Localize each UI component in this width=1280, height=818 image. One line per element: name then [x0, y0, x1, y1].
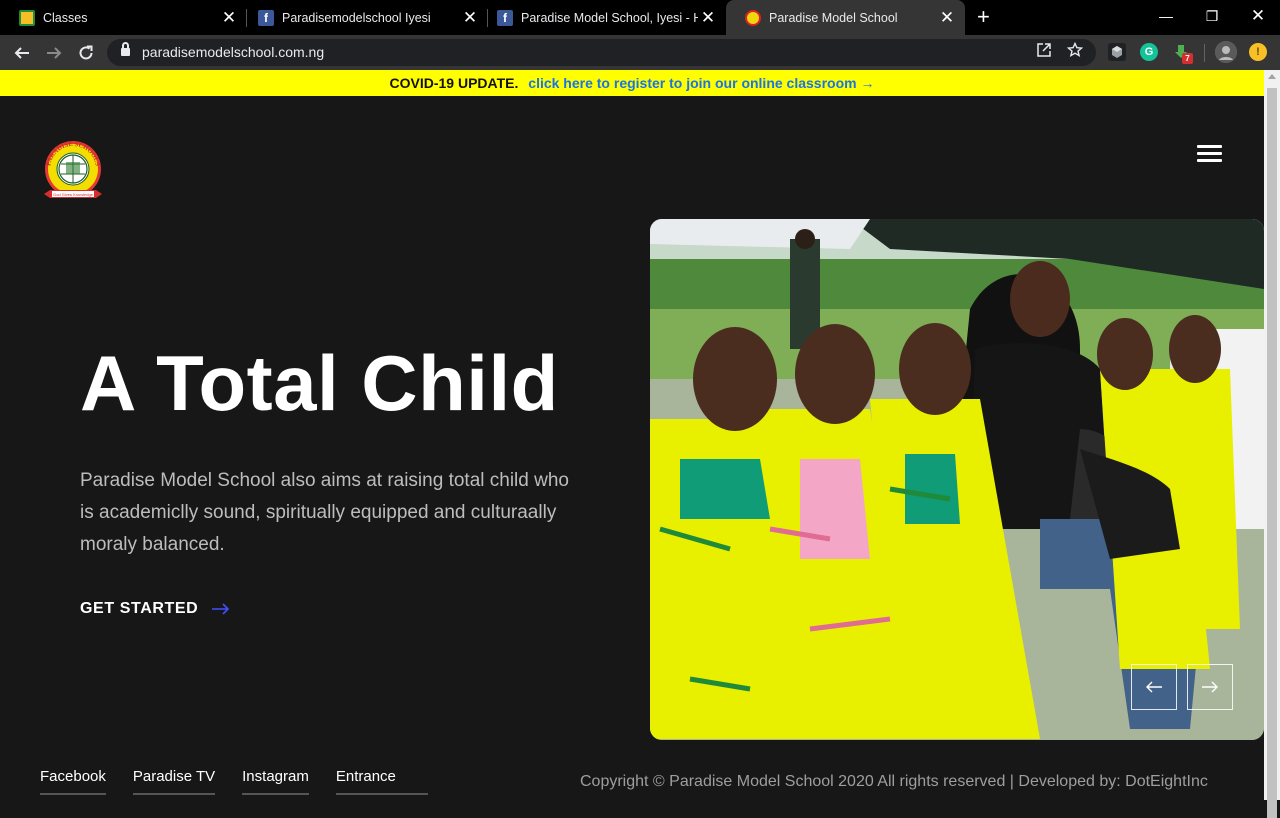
- browser-tab-strip: Classes ✕ f Paradisemodelschool Iyesi ✕ …: [0, 0, 1280, 35]
- school-crest-icon: God Gives Knowledge PARADISE SCHOOLS: [44, 141, 102, 198]
- footer-social-links: Facebook Paradise TV Instagram Entrance: [40, 768, 428, 795]
- paradise-tv-link[interactable]: Paradise TV: [132, 768, 216, 795]
- tab-paradise-model-school-iyesi[interactable]: f Paradise Model School, Iyesi - Ho ✕: [478, 0, 726, 35]
- copyright-label: Copyright © Paradise Model School 2020 A…: [580, 773, 1121, 790]
- cube-extension-icon[interactable]: [1108, 43, 1126, 61]
- students-photo: [650, 219, 1264, 740]
- google-classroom-icon: [19, 9, 35, 26]
- close-icon[interactable]: ✕: [698, 8, 718, 28]
- facebook-icon: f: [497, 9, 513, 26]
- arrow-right-icon: [212, 603, 230, 615]
- tab-title: Paradise Model School: [769, 10, 898, 25]
- covid-update-label: COVID-19 UPDATE.: [389, 75, 519, 91]
- address-bar[interactable]: paradisemodelschool.com.ng: [107, 39, 1096, 66]
- entrance-link[interactable]: Entrance: [335, 768, 396, 795]
- profile-avatar[interactable]: [1215, 41, 1237, 63]
- menu-button[interactable]: [1197, 145, 1222, 163]
- reload-button[interactable]: [74, 41, 98, 65]
- forward-button[interactable]: [42, 41, 66, 65]
- footer-divider: [395, 768, 428, 795]
- star-icon[interactable]: [1066, 41, 1084, 62]
- arrow-left-icon: [14, 47, 29, 59]
- school-logo-icon: [745, 9, 761, 26]
- update-icon[interactable]: !: [1249, 43, 1267, 61]
- webpage: COVID-19 UPDATE. click here to register …: [0, 70, 1264, 800]
- lock-icon: [121, 42, 130, 57]
- tab-title: Classes: [43, 10, 88, 25]
- close-icon[interactable]: ✕: [460, 8, 480, 28]
- facebook-icon: f: [258, 9, 274, 26]
- scroll-up-icon[interactable]: [1268, 74, 1276, 79]
- minimize-button[interactable]: —: [1143, 0, 1189, 32]
- get-started-button[interactable]: GET STARTED: [80, 600, 230, 618]
- developer-link[interactable]: DotEightInc: [1125, 773, 1208, 790]
- new-tab-button[interactable]: +: [977, 6, 990, 28]
- close-window-button[interactable]: ✕: [1235, 0, 1280, 32]
- hero-headline: A Total Child: [80, 339, 559, 427]
- school-logo[interactable]: God Gives Knowledge PARADISE SCHOOLS: [40, 140, 106, 206]
- register-online-classroom-link[interactable]: click here to register to join our onlin…: [528, 75, 874, 91]
- hero-description: Paradise Model School also aims at raisi…: [80, 470, 569, 555]
- url-text: paradisemodelschool.com.ng: [142, 44, 325, 60]
- extension-badge: 7: [1182, 53, 1193, 64]
- arrow-right-icon: [47, 47, 62, 59]
- restore-button[interactable]: ❐: [1189, 0, 1235, 32]
- get-started-label: GET STARTED: [80, 600, 199, 617]
- close-icon[interactable]: ✕: [219, 8, 239, 28]
- arrow-left-icon: [1146, 681, 1162, 693]
- tab-paradisemodelschool-iyesi[interactable]: f Paradisemodelschool Iyesi ✕: [239, 0, 488, 35]
- svg-text:God Gives Knowledge: God Gives Knowledge: [53, 192, 94, 197]
- close-icon[interactable]: ✕: [937, 8, 957, 28]
- page-scrollbar[interactable]: [1264, 70, 1280, 818]
- tab-classes[interactable]: Classes ✕: [0, 0, 247, 35]
- facebook-link[interactable]: Facebook: [40, 768, 106, 795]
- browser-toolbar: paradisemodelschool.com.ng G 7 !: [0, 35, 1280, 70]
- slider-prev-button[interactable]: [1131, 664, 1177, 710]
- scrollbar-thumb[interactable]: [1267, 88, 1277, 818]
- tab-title: Paradisemodelschool Iyesi: [282, 10, 431, 25]
- tab-paradise-model-school[interactable]: Paradise Model School ✕: [726, 0, 965, 35]
- covid-banner: COVID-19 UPDATE. click here to register …: [0, 70, 1264, 96]
- download-extension-icon[interactable]: 7: [1172, 43, 1193, 64]
- back-button[interactable]: [10, 41, 34, 65]
- arrow-right-icon: [1202, 681, 1218, 693]
- open-external-icon[interactable]: [1037, 43, 1051, 61]
- tab-title: Paradise Model School, Iyesi - Ho: [521, 10, 698, 25]
- instagram-link[interactable]: Instagram: [242, 768, 309, 795]
- grammarly-icon[interactable]: G: [1140, 43, 1158, 61]
- slider-next-button[interactable]: [1187, 664, 1233, 710]
- hero-image-slider: [650, 219, 1264, 740]
- copyright-text: Copyright © Paradise Model School 2020 A…: [580, 773, 1208, 791]
- reload-icon: [79, 45, 93, 60]
